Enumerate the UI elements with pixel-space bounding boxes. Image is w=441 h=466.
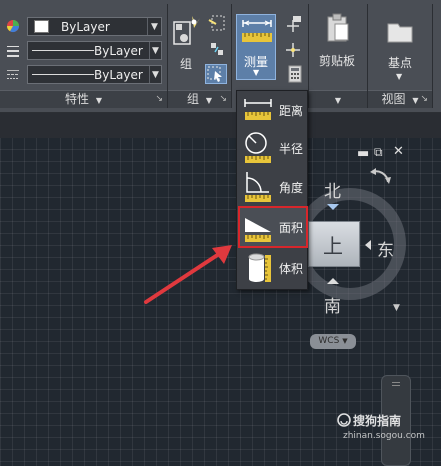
group-icon[interactable] xyxy=(172,14,202,48)
linetype-combo-value: ByLayer xyxy=(94,43,143,58)
watermark-url: zhinan.sogou.com xyxy=(343,431,425,441)
chevron-down-icon: ▼ xyxy=(334,96,342,105)
groups-panel: 组 组 ▼ ↘ xyxy=(168,0,231,113)
paste-button-label[interactable]: 剪贴板 xyxy=(319,52,355,69)
lineweight-combo[interactable]: ByLayer ▼ xyxy=(27,65,162,84)
measure-dropdown-menu: 距离 半径 角度 面积 体积 xyxy=(236,90,308,290)
wcs-menu[interactable]: WCS ▼ xyxy=(310,334,356,349)
compass-north[interactable]: 北 xyxy=(324,177,341,202)
chevron-down-icon: ▼ xyxy=(95,96,102,105)
measure-menu-item-radius[interactable]: 半径 xyxy=(240,129,306,167)
view-title-text: 视图 xyxy=(381,92,406,106)
color-combo[interactable]: ByLayer ▼ xyxy=(27,17,162,36)
clipboard-panel-title[interactable]: ▼ xyxy=(309,90,367,108)
arrow-left-icon[interactable] xyxy=(364,239,372,251)
chevron-down-icon[interactable]: ▼ xyxy=(393,303,400,313)
color-swatch xyxy=(34,20,49,33)
chevron-down-icon: ▼ xyxy=(205,96,212,105)
measure-menu-item-label: 距离 xyxy=(279,103,304,118)
measure-menu-item-angle[interactable]: 角度 xyxy=(240,168,306,206)
divider xyxy=(432,4,433,108)
linetype-sample xyxy=(32,50,94,51)
view-panel: 基点 ▼ 视图 ▼ ↘ xyxy=(368,0,432,113)
linetype-icon[interactable] xyxy=(6,44,20,58)
rotate-arrow-icon[interactable] xyxy=(368,166,392,188)
watermark-title: 搜狗指南 xyxy=(353,414,402,428)
chevron-down-icon[interactable]: ▼ xyxy=(147,18,161,35)
area-icon xyxy=(245,218,271,242)
sogou-watermark: 搜狗指南 zhinan.sogou.com xyxy=(335,410,441,450)
arrow-up-icon[interactable] xyxy=(326,277,340,285)
distance-icon xyxy=(244,99,272,120)
radius-icon xyxy=(245,132,271,163)
selection-pointer-icon xyxy=(207,66,222,82)
group-selection-toggle[interactable] xyxy=(205,64,227,84)
chevron-down-icon[interactable]: ▼ xyxy=(148,42,161,59)
dialog-launcher-icon[interactable]: ↘ xyxy=(155,91,163,108)
sogou-logo-icon xyxy=(337,413,351,427)
dialog-launcher-icon[interactable]: ↘ xyxy=(420,91,428,108)
ungroup-icon[interactable] xyxy=(206,14,228,34)
calculator-icon[interactable] xyxy=(284,64,306,84)
lineweight-sample xyxy=(32,74,94,75)
chevron-down-icon: ▼ xyxy=(342,337,348,345)
base-button-label[interactable]: 基点 xyxy=(388,54,412,71)
measure-menu-item-volume[interactable]: 体积 xyxy=(240,249,306,287)
compass-east[interactable]: 东 xyxy=(377,236,394,261)
chevron-down-icon: ▼ xyxy=(412,96,419,105)
base-point-icon[interactable] xyxy=(386,18,414,44)
dialog-launcher-icon[interactable]: ↘ xyxy=(219,91,227,108)
color-combo-value: ByLayer xyxy=(61,19,110,34)
measure-menu-item-area[interactable]: 面积 xyxy=(238,206,308,248)
measure-menu-item-label: 半径 xyxy=(279,141,304,156)
compass-south[interactable]: 南 xyxy=(324,292,341,317)
canvas-toolbar-strip xyxy=(0,113,441,138)
chevron-down-icon[interactable]: ▼ xyxy=(396,72,402,81)
point-cross-icon[interactable] xyxy=(282,40,304,60)
clipboard-panel: 剪贴板 ▼ xyxy=(309,0,367,113)
volume-icon xyxy=(248,253,271,282)
view-panel-title[interactable]: 视图 ▼ ↘ xyxy=(368,90,432,108)
paste-icon[interactable] xyxy=(325,12,351,44)
measure-button[interactable]: 测量 ▼ xyxy=(236,14,276,80)
properties-title-text: 特性 xyxy=(65,92,90,106)
minimize-icon[interactable]: ▬ xyxy=(357,146,369,161)
lineweight-combo-value: ByLayer xyxy=(94,67,143,82)
wcs-label: WCS xyxy=(318,336,340,346)
group-button-label[interactable]: 组 xyxy=(180,55,192,72)
restore-icon[interactable]: ⧉ xyxy=(374,145,383,160)
nav-bar-grip xyxy=(392,382,400,386)
linetype-combo[interactable]: ByLayer ▼ xyxy=(27,41,162,60)
properties-panel-title[interactable]: 特性 ▼ ↘ xyxy=(0,90,167,108)
ribbon: ByLayer ▼ ByLayer ▼ ByLayer ▼ 特性 ▼ ↘ 组 组… xyxy=(0,0,441,113)
measure-menu-item-label: 角度 xyxy=(279,180,304,195)
properties-panel: ByLayer ▼ ByLayer ▼ ByLayer ▼ 特性 ▼ ↘ xyxy=(0,0,167,113)
ruler-measure-icon xyxy=(242,20,272,42)
viewcube-top-face-label: 上 xyxy=(323,234,343,258)
group-edit-icon[interactable] xyxy=(206,40,228,60)
groups-panel-title[interactable]: 组 ▼ ↘ xyxy=(168,90,231,108)
red-pointer-arrow xyxy=(144,245,232,304)
groups-title-text: 组 xyxy=(187,92,200,106)
viewcube-top-face[interactable]: 上 xyxy=(308,221,360,267)
chevron-down-icon: ▼ xyxy=(253,68,260,77)
measure-menu-item-distance[interactable]: 距离 xyxy=(240,91,306,129)
color-wheel-icon[interactable] xyxy=(6,19,20,33)
close-icon[interactable]: ✕ xyxy=(393,144,404,159)
measure-menu-item-label: 体积 xyxy=(279,261,304,276)
lineweight-icon[interactable] xyxy=(6,68,20,82)
measure-menu-item-label: 面积 xyxy=(279,220,304,235)
chevron-down-icon[interactable]: ▼ xyxy=(148,66,161,83)
arrow-down-icon[interactable] xyxy=(326,203,340,211)
angle-icon xyxy=(245,172,271,202)
id-point-icon[interactable] xyxy=(282,14,304,34)
